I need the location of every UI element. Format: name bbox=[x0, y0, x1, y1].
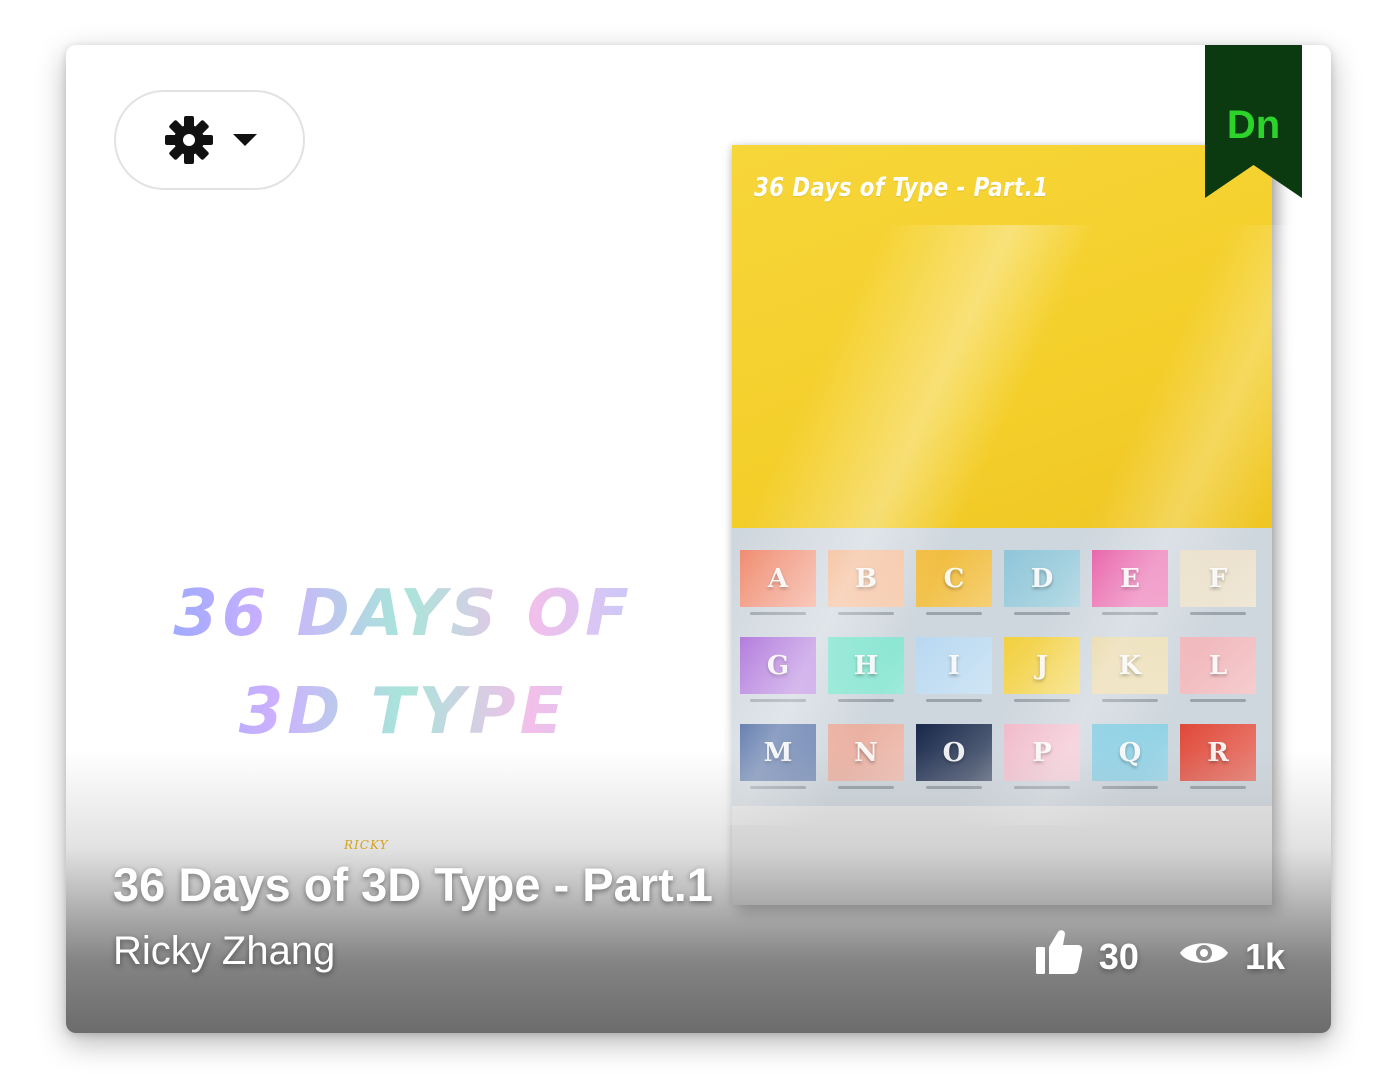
thumbnail-caption bbox=[1190, 612, 1246, 615]
thumbnail-caption bbox=[1102, 612, 1158, 615]
thumbnail-image: E bbox=[1092, 550, 1168, 607]
thumbnail-item: J bbox=[1004, 633, 1080, 720]
project-card[interactable]: 36 DAYS OF 3D TYPE 36 Days of Type - Par… bbox=[66, 45, 1331, 1033]
thumbnail-image: H bbox=[828, 637, 904, 694]
views-count: 1k bbox=[1244, 935, 1285, 977]
thumbnail-caption bbox=[838, 699, 894, 702]
thumbnail-image: F bbox=[1180, 550, 1256, 607]
badge-label: Dn bbox=[1226, 103, 1281, 147]
thumbnail-item: L bbox=[1180, 633, 1256, 720]
thumbnail-caption bbox=[1014, 699, 1070, 702]
eye-icon bbox=[1179, 936, 1229, 978]
thumbnail-caption bbox=[1102, 699, 1158, 702]
thumbnail-item: B bbox=[828, 546, 904, 633]
thumbnail-item: D bbox=[1004, 546, 1080, 633]
magazine-cover: 36 Days of Type - Part.1 bbox=[732, 145, 1272, 528]
project-title[interactable]: 36 Days of 3D Type - Part.1 bbox=[113, 857, 713, 912]
likes-stat: 30 bbox=[1035, 929, 1139, 984]
thumbnail-image: K bbox=[1092, 637, 1168, 694]
thumbnail-caption bbox=[926, 612, 982, 615]
artwork-signature: RICKY bbox=[344, 838, 389, 852]
thumbnail-image: D bbox=[1004, 550, 1080, 607]
thumbs-up-icon bbox=[1035, 929, 1083, 984]
thumbnail-item: K bbox=[1092, 633, 1168, 720]
thumbnail-item: H bbox=[828, 633, 904, 720]
owner-name[interactable]: Ricky Zhang bbox=[113, 929, 335, 974]
thumbnail-image: A bbox=[740, 550, 816, 607]
views-stat: 1k bbox=[1179, 936, 1285, 978]
likes-count: 30 bbox=[1098, 935, 1139, 977]
thumbnail-image: B bbox=[828, 550, 904, 607]
thumbnail-caption bbox=[926, 699, 982, 702]
thumbnail-image: J bbox=[1004, 637, 1080, 694]
thumbnail-item: I bbox=[916, 633, 992, 720]
thumbnail-item: F bbox=[1180, 546, 1256, 633]
thumbnail-caption bbox=[1014, 612, 1070, 615]
settings-dropdown-button[interactable] bbox=[114, 90, 305, 190]
magazine-title: 36 Days of Type - Part.1 bbox=[754, 173, 1049, 203]
caret-down-icon bbox=[232, 133, 257, 147]
dimension-badge: Dn bbox=[1205, 45, 1302, 198]
thumbnail-caption bbox=[750, 612, 806, 615]
thumbnail-image: I bbox=[916, 637, 992, 694]
thumbnail-caption bbox=[838, 612, 894, 615]
thumbnail-caption bbox=[750, 699, 806, 702]
thumbnail-item: A bbox=[740, 546, 816, 633]
gear-icon bbox=[163, 114, 215, 166]
thumbnail-image: L bbox=[1180, 637, 1256, 694]
thumbnail-item: C bbox=[916, 546, 992, 633]
project-stats: 30 1k bbox=[1035, 929, 1285, 984]
artwork-title: 36 DAYS OF 3D TYPE bbox=[148, 565, 658, 761]
thumbnail-image: G bbox=[740, 637, 816, 694]
thumbnail-item: E bbox=[1092, 546, 1168, 633]
thumbnail-item: G bbox=[740, 633, 816, 720]
thumbnail-image: C bbox=[916, 550, 992, 607]
thumbnail-caption bbox=[1190, 699, 1246, 702]
